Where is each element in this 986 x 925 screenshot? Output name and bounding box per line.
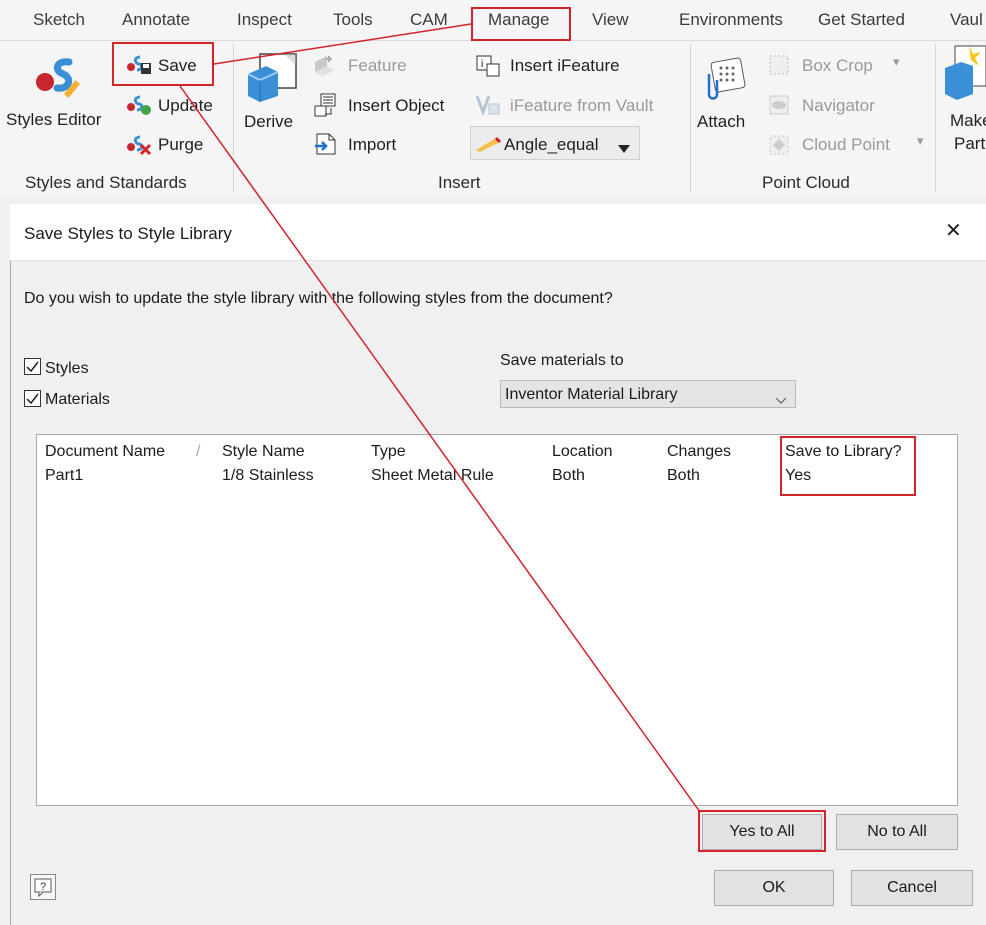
styles-editor-icon[interactable] [33, 52, 87, 109]
yes-to-all-highlight-box [698, 810, 826, 852]
close-icon[interactable]: ✕ [945, 218, 962, 243]
update-styles-icon [126, 94, 152, 121]
import-icon [313, 132, 337, 161]
tab-tools[interactable]: Tools [333, 10, 373, 30]
chevron-down-icon [618, 140, 630, 158]
materials-checkbox-label[interactable]: Materials [45, 391, 110, 409]
angle-equal-value: Angle_equal [504, 135, 599, 154]
make-part-icon[interactable] [943, 44, 986, 105]
cloud-point-button[interactable]: Cloud Point [802, 135, 890, 155]
update-button[interactable]: Update [158, 96, 213, 116]
manage-tab-highlight-box [471, 7, 571, 41]
feature-button[interactable]: Feature [348, 56, 407, 76]
tab-inspect[interactable]: Inspect [237, 10, 292, 30]
save-materials-select-value: Inventor Material Library [505, 386, 678, 403]
help-question-icon: ? [34, 878, 52, 898]
tab-vault[interactable]: Vaul [950, 10, 983, 30]
help-button[interactable]: ? [30, 874, 56, 900]
materials-checkbox[interactable] [24, 390, 41, 407]
tab-sketch[interactable]: Sketch [33, 10, 85, 30]
checkmark-icon [26, 393, 39, 405]
insert-group-label: Insert [438, 173, 481, 192]
point-cloud-group-label: Point Cloud [762, 173, 850, 192]
tab-view[interactable]: View [592, 10, 629, 30]
purge-button[interactable]: Purge [158, 135, 203, 155]
cell-document-name: Part1 [45, 467, 84, 484]
derive-icon[interactable] [244, 52, 300, 109]
box-crop-dropdown-icon[interactable]: ▾ [893, 54, 900, 70]
cell-type: Sheet Metal Rule [371, 467, 494, 484]
cell-location: Both [552, 467, 585, 484]
make-part-label-line1[interactable]: Make [950, 111, 986, 131]
column-header-type[interactable]: Type [371, 443, 406, 461]
svg-text:i: i [481, 59, 483, 70]
styles-editor-button[interactable]: Styles Editor [6, 110, 101, 130]
purge-styles-icon [126, 134, 152, 161]
ifeature-from-vault-icon [475, 94, 501, 123]
ok-button[interactable]: OK [714, 870, 834, 906]
import-button[interactable]: Import [348, 135, 396, 155]
group-divider [935, 44, 936, 192]
derive-button[interactable]: Derive [244, 112, 293, 132]
group-divider [233, 44, 234, 192]
cloud-point-icon [768, 134, 790, 161]
dialog-question-text: Do you wish to update the style library … [24, 290, 613, 307]
cloud-point-dropdown-icon[interactable]: ▾ [917, 133, 924, 149]
save-highlight-box [112, 42, 214, 86]
column-header-style-name[interactable]: Style Name [222, 443, 305, 461]
box-crop-icon [768, 54, 790, 81]
cell-style-name: 1/8 Stainless [222, 467, 314, 484]
insert-ifeature-icon: i [475, 54, 501, 83]
column-header-document-name[interactable]: Document Name [45, 443, 165, 461]
column-header-changes[interactable]: Changes [667, 443, 731, 461]
column-header-location[interactable]: Location [552, 443, 613, 461]
box-crop-button[interactable]: Box Crop [802, 56, 873, 76]
tab-annotate[interactable]: Annotate [122, 10, 190, 30]
group-divider [690, 44, 691, 192]
attach-button[interactable]: Attach [697, 112, 745, 132]
sort-indicator-icon: / [196, 443, 201, 460]
attach-paperclip-icon[interactable] [699, 54, 747, 109]
chevron-down-icon [775, 391, 787, 409]
checkmark-icon [26, 361, 39, 373]
tab-cam[interactable]: CAM [410, 10, 448, 30]
styles-checkbox[interactable] [24, 358, 41, 375]
svg-text:?: ? [40, 881, 46, 893]
save-to-library-highlight-box [780, 436, 916, 496]
navigator-button[interactable]: Navigator [802, 96, 875, 116]
navigator-icon [768, 94, 790, 121]
dialog-title: Save Styles to Style Library [24, 224, 232, 243]
insert-ifeature-button[interactable]: Insert iFeature [510, 56, 620, 76]
save-materials-label: Save materials to [500, 352, 624, 369]
styles-and-standards-group-label: Styles and Standards [25, 173, 187, 192]
insert-object-icon [313, 92, 339, 123]
cancel-button[interactable]: Cancel [851, 870, 973, 906]
feature-icon [313, 54, 337, 81]
cell-changes: Both [667, 467, 700, 484]
no-to-all-button[interactable]: No to All [836, 814, 958, 850]
tab-get-started[interactable]: Get Started [818, 10, 905, 30]
pencil-icon [474, 134, 502, 157]
tab-environments[interactable]: Environments [679, 10, 783, 30]
styles-checkbox-label[interactable]: Styles [45, 360, 89, 378]
insert-object-button[interactable]: Insert Object [348, 96, 444, 116]
ifeature-from-vault-button[interactable]: iFeature from Vault [510, 96, 653, 116]
make-part-label-line2[interactable]: Part [954, 134, 985, 154]
